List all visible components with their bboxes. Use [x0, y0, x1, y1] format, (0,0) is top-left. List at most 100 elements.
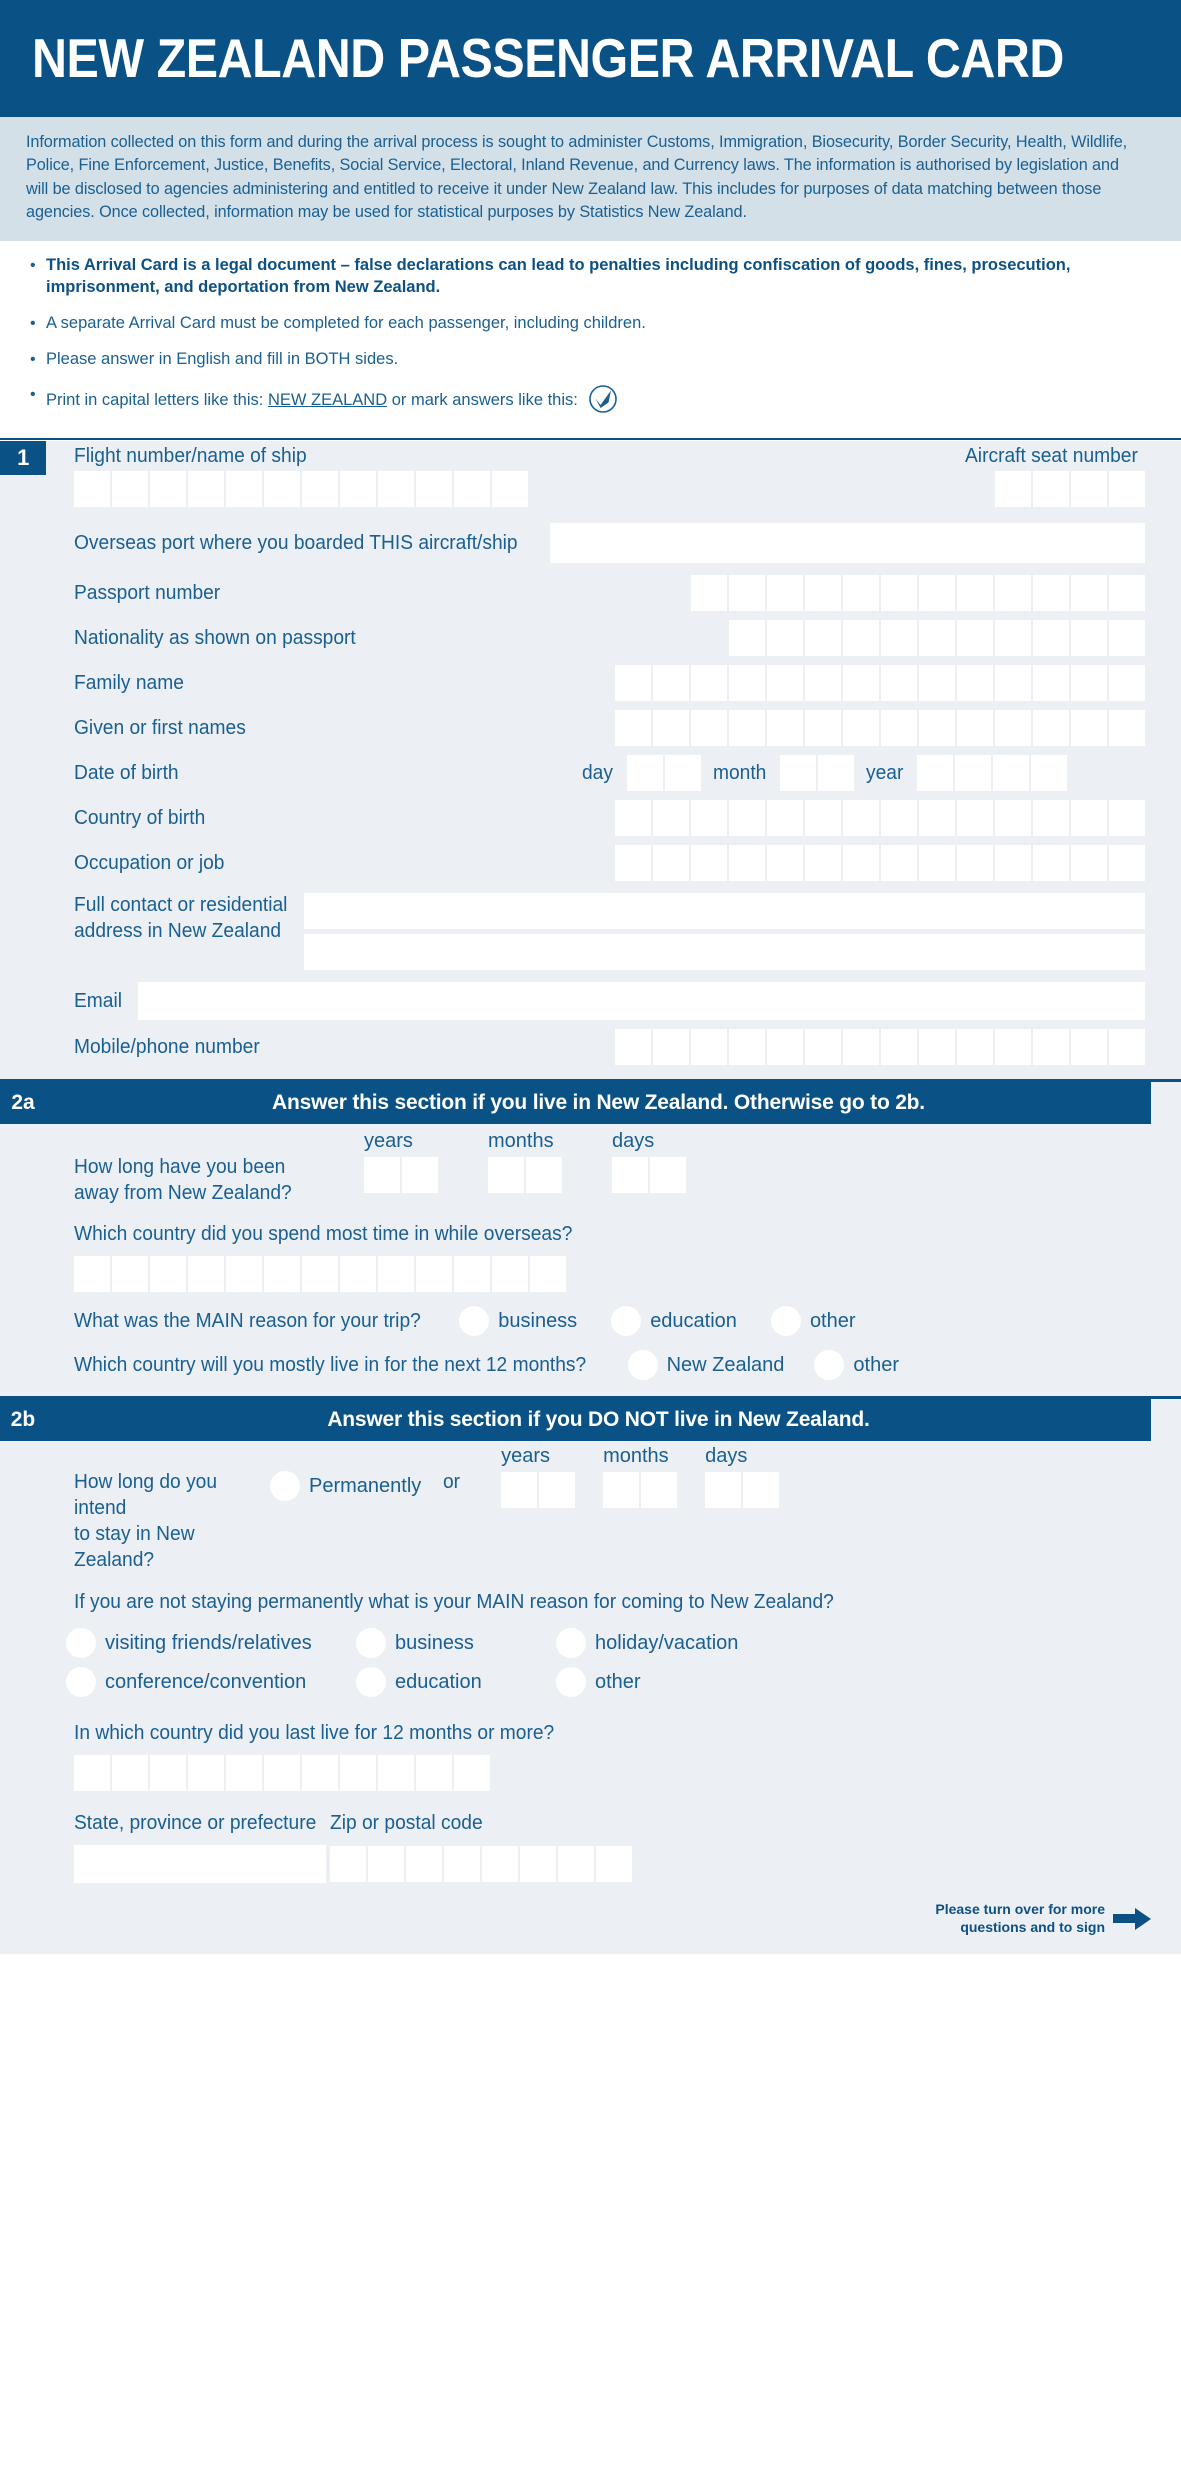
character-box[interactable] [691, 1029, 727, 1066]
character-box[interactable] [406, 1846, 442, 1883]
visit-reason-option-education[interactable]: education [356, 1667, 556, 1698]
character-box[interactable] [1109, 800, 1145, 837]
character-box[interactable] [378, 1256, 414, 1293]
character-box[interactable] [444, 1846, 480, 1883]
character-box[interactable] [150, 1755, 186, 1792]
radio-bubble[interactable] [356, 1667, 386, 1698]
character-box[interactable] [641, 1472, 678, 1509]
character-box[interactable] [1071, 800, 1107, 837]
character-box[interactable] [780, 755, 817, 792]
character-box[interactable] [691, 575, 727, 612]
character-box[interactable] [767, 575, 803, 612]
character-box[interactable] [1033, 800, 1069, 837]
character-box[interactable] [615, 665, 651, 702]
character-box[interactable] [74, 1256, 110, 1293]
address-input-line2[interactable] [304, 934, 1145, 971]
character-box[interactable] [957, 710, 993, 747]
character-box[interactable] [596, 1846, 632, 1883]
passport-number-input[interactable] [691, 575, 1145, 612]
visit-reason-option-other[interactable]: other [556, 1667, 641, 1698]
character-box[interactable] [805, 620, 841, 657]
character-box[interactable] [1109, 665, 1145, 702]
character-box[interactable] [767, 845, 803, 882]
character-box[interactable] [1109, 710, 1145, 747]
character-box[interactable] [881, 710, 917, 747]
dob-month-input[interactable] [780, 755, 855, 792]
dob-day-input[interactable] [626, 755, 701, 792]
character-box[interactable] [520, 1846, 556, 1883]
character-box[interactable] [919, 710, 955, 747]
character-box[interactable] [995, 845, 1031, 882]
radio-bubble[interactable] [459, 1306, 490, 1337]
character-box[interactable] [454, 1755, 490, 1792]
radio-bubble[interactable] [814, 1350, 845, 1381]
character-box[interactable] [767, 620, 803, 657]
character-box[interactable] [378, 471, 414, 508]
character-box[interactable] [729, 710, 765, 747]
days-stay-input[interactable] [705, 1472, 780, 1509]
character-box[interactable] [603, 1472, 640, 1509]
character-box[interactable] [805, 845, 841, 882]
character-box[interactable] [302, 1256, 338, 1293]
character-box[interactable] [264, 1256, 300, 1293]
character-box[interactable] [691, 665, 727, 702]
character-box[interactable] [729, 620, 765, 657]
character-box[interactable] [843, 665, 879, 702]
character-box[interactable] [112, 1755, 148, 1792]
character-box[interactable] [729, 800, 765, 837]
character-box[interactable] [615, 1029, 651, 1066]
character-box[interactable] [919, 845, 955, 882]
character-box[interactable] [1033, 665, 1069, 702]
character-box[interactable] [302, 1755, 338, 1792]
zip-code-input[interactable] [330, 1846, 632, 1883]
character-box[interactable] [919, 800, 955, 837]
address-input-line1[interactable] [304, 893, 1145, 930]
character-box[interactable] [74, 471, 110, 508]
overseas-port-input[interactable] [550, 523, 1145, 564]
character-box[interactable] [482, 1846, 518, 1883]
character-box[interactable] [615, 710, 651, 747]
character-box[interactable] [150, 471, 186, 508]
character-box[interactable] [416, 471, 452, 508]
character-box[interactable] [729, 1029, 765, 1066]
character-box[interactable] [995, 800, 1031, 837]
character-box[interactable] [526, 1157, 562, 1194]
character-box[interactable] [492, 1256, 528, 1293]
character-box[interactable] [995, 710, 1031, 747]
email-input[interactable] [138, 982, 1145, 1021]
character-box[interactable] [767, 1029, 803, 1066]
character-box[interactable] [1071, 845, 1107, 882]
character-box[interactable] [957, 1029, 993, 1066]
character-box[interactable] [1033, 575, 1069, 612]
character-box[interactable] [767, 800, 803, 837]
character-box[interactable] [112, 1256, 148, 1293]
character-box[interactable] [1071, 665, 1107, 702]
days-away-input[interactable] [612, 1157, 686, 1194]
character-box[interactable] [488, 1157, 524, 1194]
family-name-input[interactable] [615, 665, 1145, 702]
character-box[interactable] [226, 1256, 262, 1293]
next-12-option-new-zealand[interactable]: New Zealand [627, 1350, 784, 1381]
character-box[interactable] [957, 665, 993, 702]
character-box[interactable] [1033, 620, 1069, 657]
character-box[interactable] [805, 665, 841, 702]
character-box[interactable] [881, 665, 917, 702]
character-box[interactable] [112, 471, 148, 508]
character-box[interactable] [917, 755, 953, 792]
character-box[interactable] [843, 620, 879, 657]
character-box[interactable] [1071, 1029, 1107, 1066]
trip-reason-option-education[interactable]: education [611, 1306, 737, 1337]
character-box[interactable] [188, 1755, 224, 1792]
character-box[interactable] [805, 1029, 841, 1066]
character-box[interactable] [881, 845, 917, 882]
character-box[interactable] [691, 845, 727, 882]
character-box[interactable] [767, 665, 803, 702]
character-box[interactable] [995, 1029, 1031, 1066]
character-box[interactable] [1071, 575, 1107, 612]
character-box[interactable] [615, 845, 651, 882]
character-box[interactable] [653, 1029, 689, 1066]
character-box[interactable] [188, 1256, 224, 1293]
radio-bubble[interactable] [770, 1306, 801, 1337]
character-box[interactable] [805, 800, 841, 837]
character-box[interactable] [1109, 620, 1145, 657]
